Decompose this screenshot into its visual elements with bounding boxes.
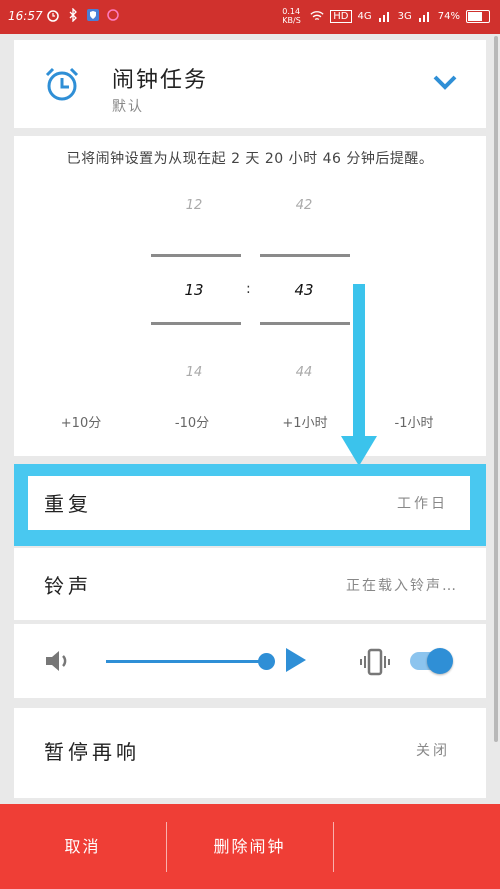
chevron-down-icon[interactable] [432, 74, 458, 90]
repeat-row[interactable]: 重复 工作日 [28, 476, 470, 530]
vibrate-toggle-thumb[interactable] [427, 648, 453, 674]
snooze-value: 关闭 [416, 743, 450, 759]
hour-divider-top [151, 254, 241, 257]
status-time: 16:57 [8, 9, 43, 23]
snooze-row[interactable]: 暂停再响 关闭 [14, 708, 486, 798]
volume-icon [46, 651, 67, 671]
minute-next[interactable]: 44 [264, 365, 344, 380]
ringtone-value: 正在载入铃声… [346, 578, 458, 594]
signal-3g: 3G [397, 10, 412, 22]
ringtone-label: 铃声 [44, 574, 92, 598]
button-divider-2 [333, 822, 334, 872]
bluetooth-icon [69, 8, 77, 22]
minus-10-min-button[interactable]: -10分 [157, 412, 227, 431]
battery-percent: 74% [437, 10, 460, 22]
hour-next[interactable]: 14 [154, 365, 234, 380]
minute-divider-bottom [260, 322, 350, 325]
minute-current[interactable]: 43 [264, 281, 344, 299]
hd-badge: HD [330, 9, 352, 23]
delete-alarm-button[interactable]: 删除闹钟 [167, 804, 332, 889]
play-icon[interactable] [286, 648, 306, 672]
app-status-icon [107, 9, 119, 21]
alarm-task-subtitle: 默认 [112, 99, 144, 115]
minute-divider-top [260, 254, 350, 257]
net-speed: 0.14 KB/S [282, 7, 301, 25]
cancel-button[interactable]: 取消 [0, 804, 165, 889]
ringtone-row[interactable]: 铃声 正在载入铃声… [14, 548, 486, 620]
signal-4g: 4G [357, 10, 372, 22]
shield-app-icon [87, 9, 99, 21]
plus-10-min-button[interactable]: +10分 [46, 412, 116, 431]
signal-icon [378, 12, 389, 22]
alarm-notice: 已将闹钟设置为从现在起 2 天 20 小时 46 分钟后提醒。 [66, 151, 434, 167]
alarm-clock-icon [45, 67, 79, 101]
scrollbar[interactable] [494, 36, 498, 742]
minute-prev[interactable]: 42 [264, 198, 344, 213]
repeat-value: 工作日 [397, 496, 448, 512]
hour-divider-bottom [151, 322, 241, 325]
vibrate-icon [360, 648, 390, 676]
wifi-icon [310, 11, 324, 21]
minus-1-hour-button[interactable]: -1小时 [379, 412, 449, 431]
hour-prev[interactable]: 12 [154, 198, 234, 213]
time-separator: : [246, 281, 251, 297]
alarm-task-title: 闹钟任务 [112, 68, 209, 93]
battery-icon [466, 9, 490, 23]
volume-slider-track[interactable] [106, 660, 266, 663]
repeat-label: 重复 [44, 492, 92, 516]
bottom-action-bar: 取消 删除闹钟 [0, 804, 500, 889]
snooze-label: 暂停再响 [44, 740, 140, 764]
alarm-status-icon [47, 10, 59, 22]
alarm-task-header[interactable]: 闹钟任务 默认 [14, 40, 486, 128]
signal-icon-2 [418, 12, 429, 22]
hour-current[interactable]: 13 [154, 281, 234, 299]
status-bar: 16:57 0.14 KB/S HD 4G 3G 74% [0, 0, 500, 34]
volume-row [14, 624, 486, 698]
annotation-arrow-shaft [353, 284, 365, 452]
time-picker-card: 已将闹钟设置为从现在起 2 天 20 小时 46 分钟后提醒。 12 13 14… [14, 136, 486, 456]
volume-slider-thumb[interactable] [257, 653, 275, 670]
annotation-arrow-head [341, 436, 377, 466]
plus-1-hour-button[interactable]: +1小时 [270, 412, 340, 431]
